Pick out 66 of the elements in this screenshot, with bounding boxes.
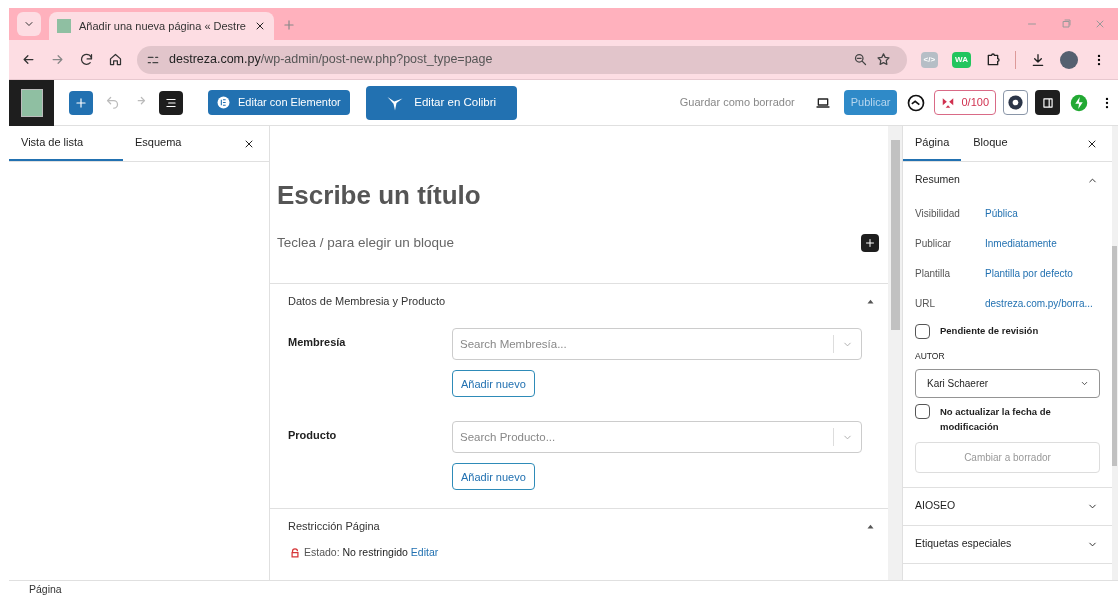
add-new-button[interactable]: Añadir nuevo [452,463,535,491]
summary-link[interactable]: Plantilla por defecto [985,265,1073,281]
checkbox[interactable] [915,403,930,419]
panel-tab[interactable]: Vista de lista [9,126,123,161]
author-select[interactable]: Kari Schaerer [915,368,1100,398]
site-favicon [57,19,71,33]
panel-title: Resumen [915,172,960,188]
sidebar-icon [1040,95,1055,110]
scrollbar[interactable] [1112,126,1118,580]
puzzle-icon[interactable] [985,51,1001,68]
scrollbar[interactable] [888,126,902,580]
panel-tab[interactable]: Bloque [961,126,1020,161]
section-title: Restricción Página [288,519,380,534]
reload-icon[interactable] [79,52,94,67]
sidebar-toggle-button[interactable] [1035,90,1060,115]
field-heading: AUTOR [915,350,946,363]
breadcrumb[interactable]: Página [29,582,62,598]
edit-link[interactable]: Editar [410,546,439,559]
title-field[interactable]: Escribe un título [277,176,888,215]
panel-title[interactable]: AIOSEO [915,498,956,515]
browser-tab[interactable]: Añadir una nueva página « Destre [49,12,274,40]
document-overview-button[interactable] [159,90,183,115]
tab-title: Añadir una nueva página « Destre [79,18,246,34]
summary-label: Plantilla [915,266,952,281]
save-draft-link[interactable]: Guardar como borrador [679,94,795,111]
site-logo-button[interactable] [9,79,54,126]
field-label: Producto [288,428,338,444]
forward-icon[interactable] [50,52,65,67]
url-text: destreza.com.py/wp-admin/post-new.php?post_type=page [169,51,494,69]
elementor-icon [217,96,230,109]
panel-tab[interactable]: Página [903,126,962,161]
download-icon[interactable] [1030,51,1046,68]
search-select-field[interactable]: Search Producto... [452,421,862,454]
seo-score-button[interactable]: 0/100 [934,90,996,115]
zoom-icon[interactable] [852,52,868,67]
settings-button[interactable] [1003,90,1028,115]
plus-icon [74,95,88,110]
summary-label: URL [915,296,936,311]
switch-to-draft-button[interactable]: Cambiar a borrador [915,441,1100,473]
back-icon[interactable] [21,52,36,67]
avatar[interactable] [1060,50,1078,69]
edit-with-colibri-button[interactable]: Editar en Colibri [365,85,517,120]
add-block-button[interactable] [861,234,879,253]
summary-link[interactable]: Inmediatamente [985,235,1057,251]
checkbox[interactable] [915,324,930,339]
panel-tab[interactable]: Esquema [123,126,237,161]
panel-title[interactable]: Etiquetas especiales [915,536,1012,553]
search-select-field[interactable]: Search Membresía... [452,328,862,361]
summary-link[interactable]: destreza.com.py/borra... [985,295,1093,311]
section-title: Datos de Membresia y Producto [288,294,446,309]
home-icon[interactable] [108,52,123,67]
bolt-icon[interactable] [1070,93,1088,112]
checkbox-label: Pendiente de revisión [940,324,1039,339]
summary-label: Visibilidad [915,206,961,221]
field-label: Membresía [288,335,347,351]
block-placeholder[interactable]: Teclea / para elegir un bloque [277,233,455,254]
checkbox-label: No actualizar la fecha de modificación [940,404,1052,434]
restriction-status: Estado: No restringido Editar [304,545,439,561]
address-bar[interactable]: destreza.com.py/wp-admin/post-new.php?post_type=page [137,45,907,74]
lock-icon [290,548,300,559]
plus-icon [864,237,876,250]
add-new-button[interactable]: Añadir nuevo [452,370,535,398]
bookmark-star-icon[interactable] [875,52,891,67]
summary-label: Publicar [915,236,953,251]
summary-link[interactable]: Pública [985,205,1018,221]
edit-with-elementor-button[interactable]: Editar con Elementor [208,90,350,115]
